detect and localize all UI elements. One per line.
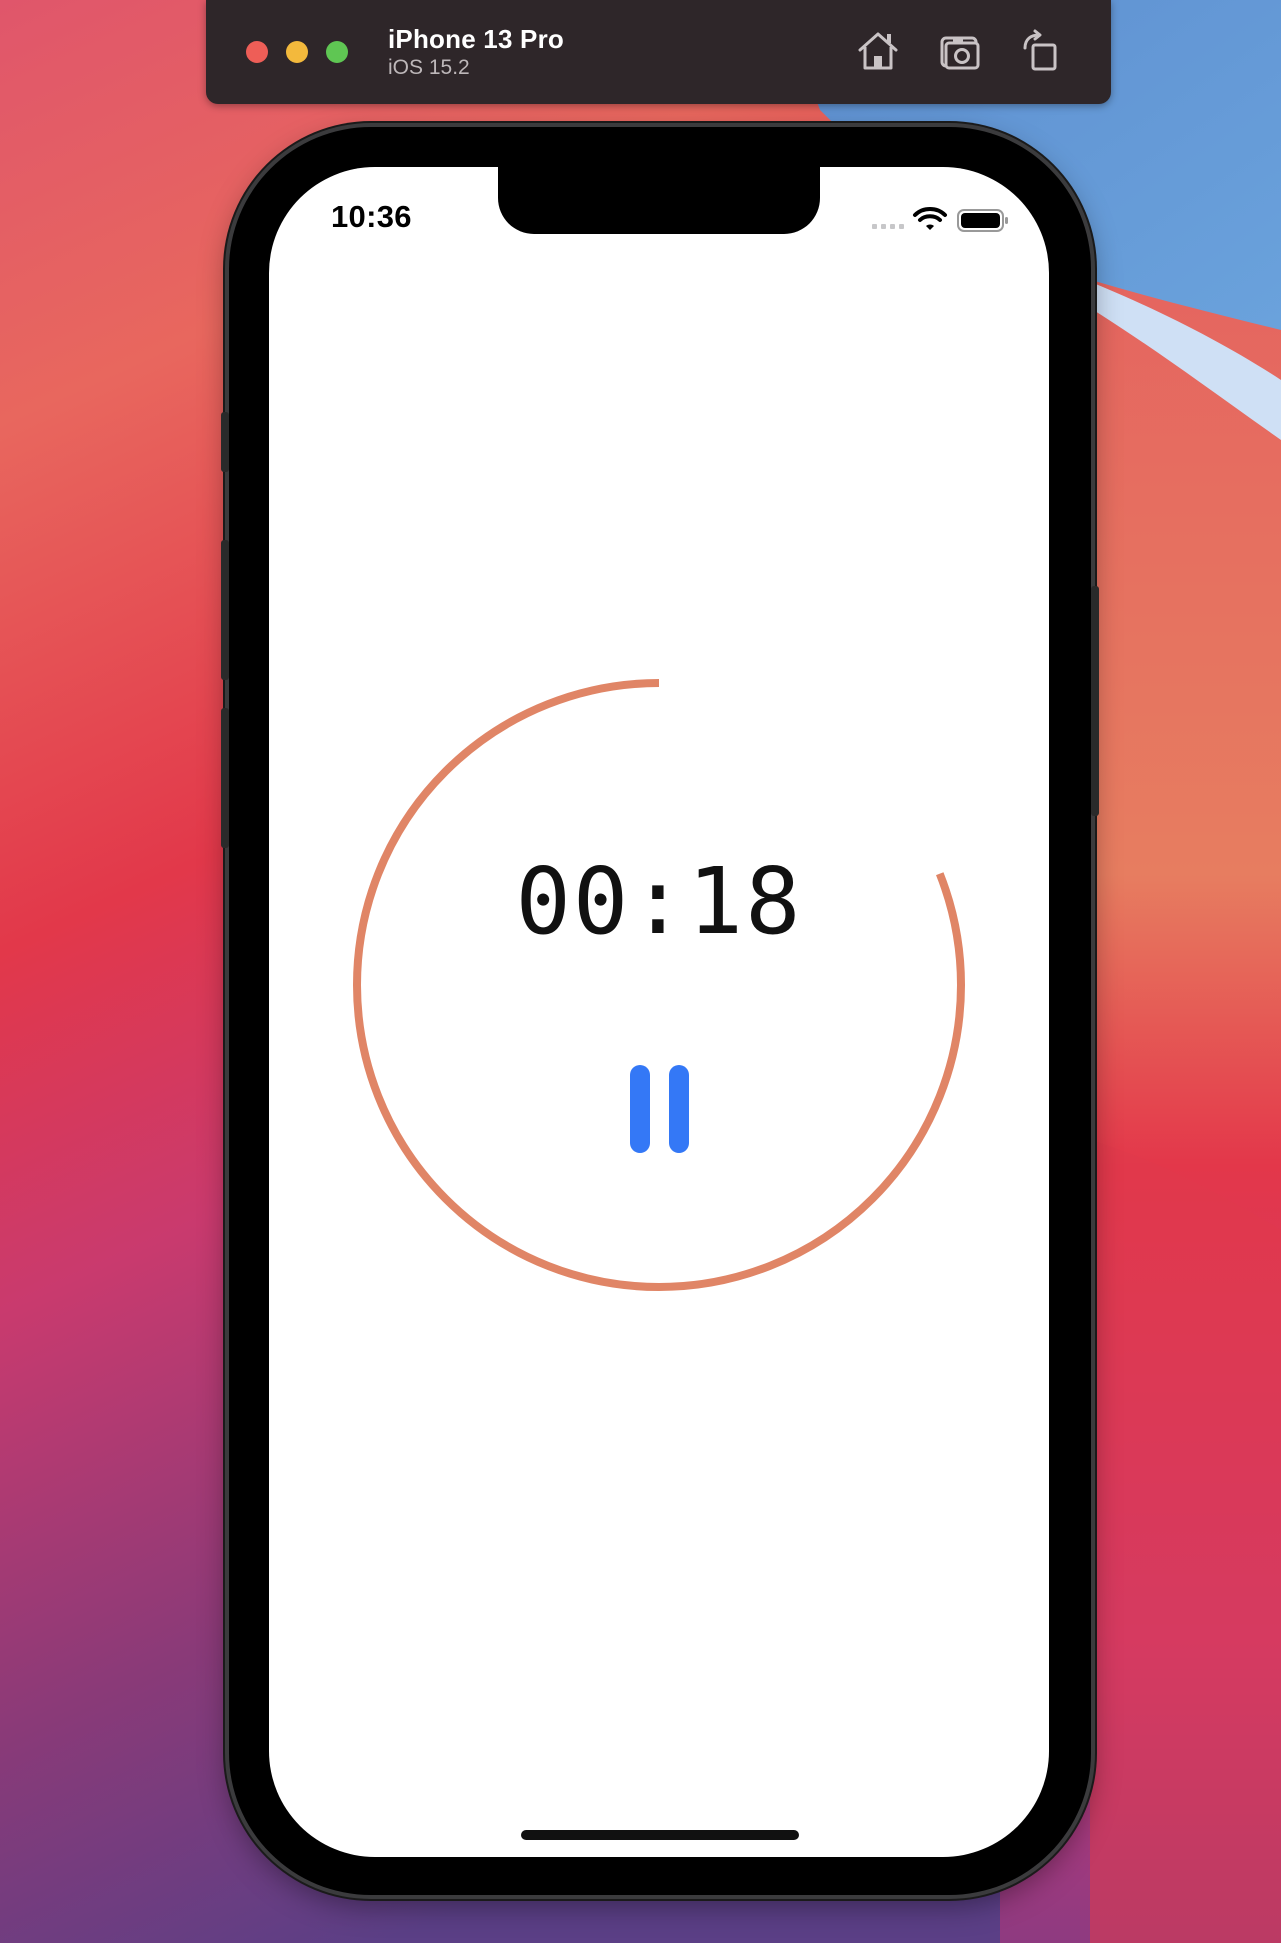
mute-switch	[221, 412, 229, 472]
screenshot-icon	[940, 36, 980, 70]
device-name: iPhone 13 Pro	[388, 24, 564, 54]
pause-button[interactable]	[621, 1057, 697, 1157]
volume-up-button[interactable]	[221, 540, 229, 680]
phone-screen: 10:36 00:18	[269, 167, 1049, 1857]
window-minimize-button[interactable]	[286, 41, 308, 63]
home-button[interactable]	[854, 28, 902, 74]
volume-down-button[interactable]	[221, 708, 229, 848]
window-close-button[interactable]	[246, 41, 268, 63]
home-icon	[858, 32, 898, 70]
countdown-progress-ring	[353, 679, 965, 1291]
countdown-time: 00:18	[515, 848, 803, 955]
timer-view: 00:18	[269, 167, 1049, 1857]
power-button[interactable]	[1091, 586, 1099, 816]
simulator-titlebar: iPhone 13 Pro iOS 15.2	[206, 0, 1111, 104]
rotate-button[interactable]	[1016, 28, 1064, 74]
rotate-icon	[1023, 29, 1057, 71]
window-maximize-button[interactable]	[326, 41, 348, 63]
os-version: iOS 15.2	[388, 56, 470, 79]
home-indicator[interactable]	[521, 1830, 799, 1840]
screenshot-button[interactable]	[936, 28, 984, 74]
